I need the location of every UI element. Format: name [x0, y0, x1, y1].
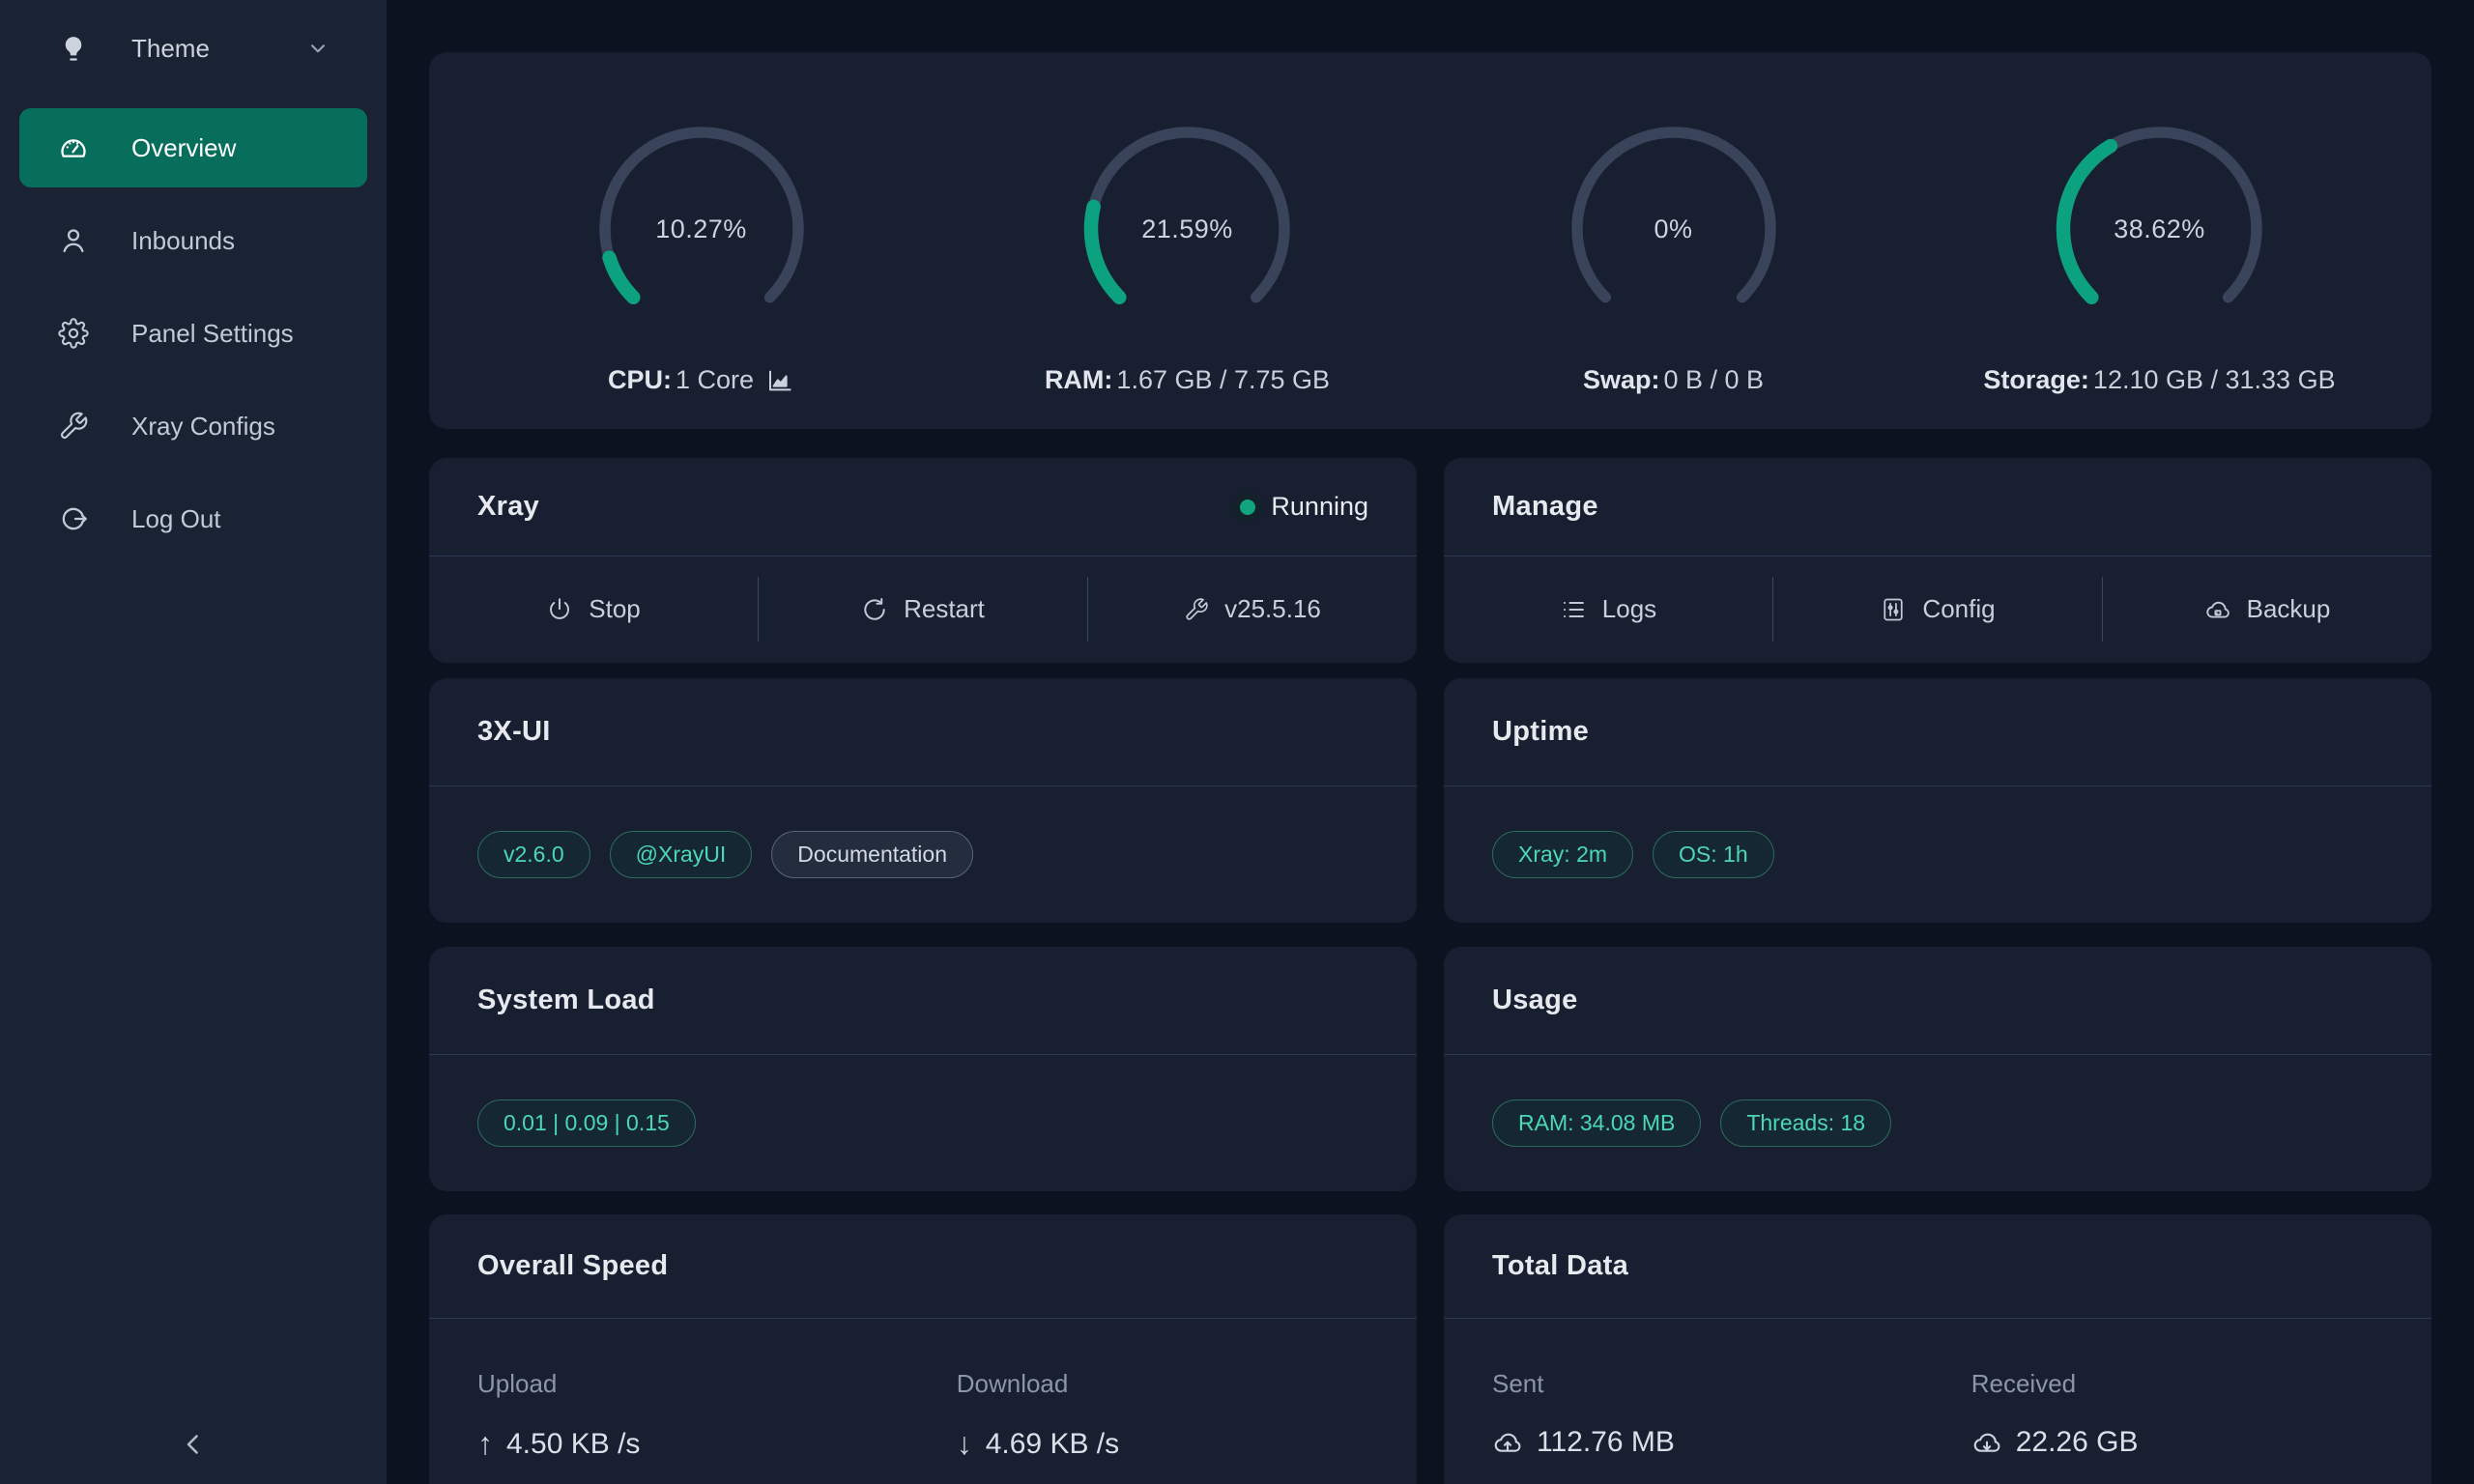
- uptime-card: Uptime Xray: 2m OS: 1h: [1444, 678, 2431, 923]
- xray-card: Xray Running Stop: [429, 458, 1417, 663]
- sidebar-item-overview[interactable]: Overview: [19, 108, 367, 187]
- xray-version-button[interactable]: v25.5.16: [1088, 556, 1417, 662]
- list-icon: [1560, 596, 1587, 623]
- sidebar-item-label: Log Out: [131, 504, 221, 534]
- arrow-up-icon: ↑: [477, 1426, 493, 1462]
- wrench-icon: [58, 411, 89, 442]
- cloud-backup-icon: [2204, 596, 2231, 623]
- power-icon: [546, 596, 573, 623]
- download-stat: Download ↓ 4.69 KB /s: [957, 1369, 1417, 1462]
- cloud-download-icon: [1971, 1427, 2002, 1458]
- xui-card-title: 3X-UI: [477, 716, 551, 748]
- load-average-badge: 0.01 | 0.09 | 0.15: [477, 1099, 696, 1147]
- sidebar-item-logout[interactable]: Log Out: [19, 479, 367, 558]
- chevron-down-icon: [305, 36, 331, 61]
- sent-stat: Sent 112.76 MB: [1492, 1369, 1971, 1459]
- download-value: 4.69 KB /s: [986, 1428, 1119, 1461]
- status-dot-icon: [1240, 499, 1255, 515]
- sidebar-item-xray-configs[interactable]: Xray Configs: [19, 386, 367, 466]
- sidebar-item-label: Overview: [131, 133, 236, 163]
- xui-telegram-badge[interactable]: @XrayUI: [610, 831, 753, 878]
- wrench-icon: [1184, 597, 1209, 622]
- system-load-card-title: System Load: [477, 985, 655, 1016]
- swap-label: Swap:0 B / 0 B: [1583, 365, 1764, 395]
- main-content: 10.27% CPU:1 Core 21.59%: [387, 0, 2474, 1484]
- stop-button[interactable]: Stop: [429, 556, 758, 662]
- ram-label: RAM:1.67 GB / 7.75 GB: [1045, 365, 1330, 395]
- storage-gauge: 38.62% Storage:12.10 GB / 31.33 GB: [1916, 52, 2402, 429]
- sidebar-item-label: Xray Configs: [131, 412, 275, 442]
- swap-gauge: 0% Swap:0 B / 0 B: [1430, 52, 1916, 429]
- refresh-icon: [861, 596, 888, 623]
- xray-status-badge: Running: [1240, 492, 1368, 522]
- usage-card-title: Usage: [1492, 985, 1578, 1016]
- swap-percent: 0%: [1553, 108, 1795, 350]
- total-data-card: Total Data Sent 112.76 MB: [1444, 1214, 2431, 1484]
- restart-button[interactable]: Restart: [759, 556, 1087, 662]
- uptime-card-title: Uptime: [1492, 716, 1589, 748]
- manage-card-title: Manage: [1492, 491, 1598, 523]
- usage-threads-badge: Threads: 18: [1720, 1099, 1891, 1147]
- system-gauges-card: 10.27% CPU:1 Core 21.59%: [429, 52, 2431, 429]
- upload-value: 4.50 KB /s: [506, 1428, 640, 1461]
- sidebar-item-panel-settings[interactable]: Panel Settings: [19, 294, 367, 373]
- logs-button[interactable]: Logs: [1444, 556, 1772, 662]
- backup-button[interactable]: Backup: [2103, 556, 2431, 662]
- theme-label: Theme: [131, 34, 210, 64]
- cpu-gauge: 10.27% CPU:1 Core: [458, 52, 944, 429]
- storage-percent: 38.62%: [2039, 108, 2281, 350]
- xui-docs-badge[interactable]: Documentation: [771, 831, 973, 878]
- logout-icon: [58, 503, 89, 534]
- xray-card-title: Xray: [477, 491, 539, 523]
- download-label: Download: [957, 1369, 1417, 1399]
- ram-gauge: 21.59% RAM:1.67 GB / 7.75 GB: [944, 52, 1430, 429]
- xui-card: 3X-UI v2.6.0 @XrayUI Documentation: [429, 678, 1417, 923]
- arrow-down-icon: ↓: [957, 1426, 972, 1462]
- cpu-label: CPU:1 Core: [608, 365, 794, 395]
- upload-label: Upload: [477, 1369, 957, 1399]
- config-button[interactable]: Config: [1773, 556, 2102, 662]
- system-load-card: System Load 0.01 | 0.09 | 0.15: [429, 947, 1417, 1191]
- sidebar-item-label: Inbounds: [131, 226, 235, 256]
- sidebar-item-inbounds[interactable]: Inbounds: [19, 201, 367, 280]
- theme-selector[interactable]: Theme: [0, 0, 387, 97]
- uptime-xray-badge: Xray: 2m: [1492, 831, 1633, 878]
- received-stat: Received 22.26 GB: [1971, 1369, 2431, 1459]
- total-data-card-title: Total Data: [1492, 1250, 1628, 1282]
- usage-card: Usage RAM: 34.08 MB Threads: 18: [1444, 947, 2431, 1191]
- storage-label: Storage:12.10 GB / 31.33 GB: [1983, 365, 2335, 395]
- usage-ram-badge: RAM: 34.08 MB: [1492, 1099, 1701, 1147]
- received-label: Received: [1971, 1369, 2431, 1399]
- sidebar: Theme Overview Inbounds: [0, 0, 387, 1484]
- overall-speed-card: Overall Speed Upload ↑ 4.50 KB /s Downlo…: [429, 1214, 1417, 1484]
- manage-card: Manage Logs: [1444, 458, 2431, 663]
- bulb-icon: [58, 33, 89, 64]
- sent-label: Sent: [1492, 1369, 1971, 1399]
- uptime-os-badge: OS: 1h: [1653, 831, 1774, 878]
- sidebar-collapse-button[interactable]: [0, 1428, 387, 1461]
- sliders-icon: [1880, 596, 1907, 623]
- chevron-left-icon: [177, 1428, 210, 1461]
- sidebar-item-label: Panel Settings: [131, 319, 294, 349]
- cpu-percent: 10.27%: [581, 108, 822, 350]
- received-value: 22.26 GB: [2016, 1426, 2139, 1459]
- ram-percent: 21.59%: [1067, 108, 1309, 350]
- xui-version-badge[interactable]: v2.6.0: [477, 831, 590, 878]
- gear-icon: [58, 318, 89, 349]
- sent-value: 112.76 MB: [1537, 1426, 1675, 1459]
- cloud-upload-icon: [1492, 1427, 1523, 1458]
- upload-stat: Upload ↑ 4.50 KB /s: [477, 1369, 957, 1462]
- overall-speed-card-title: Overall Speed: [477, 1250, 668, 1282]
- user-icon: [58, 225, 89, 256]
- area-chart-icon[interactable]: [765, 366, 794, 395]
- sidebar-nav: Overview Inbounds Panel Settings: [0, 97, 387, 558]
- dashboard-gauge-icon: [58, 132, 89, 163]
